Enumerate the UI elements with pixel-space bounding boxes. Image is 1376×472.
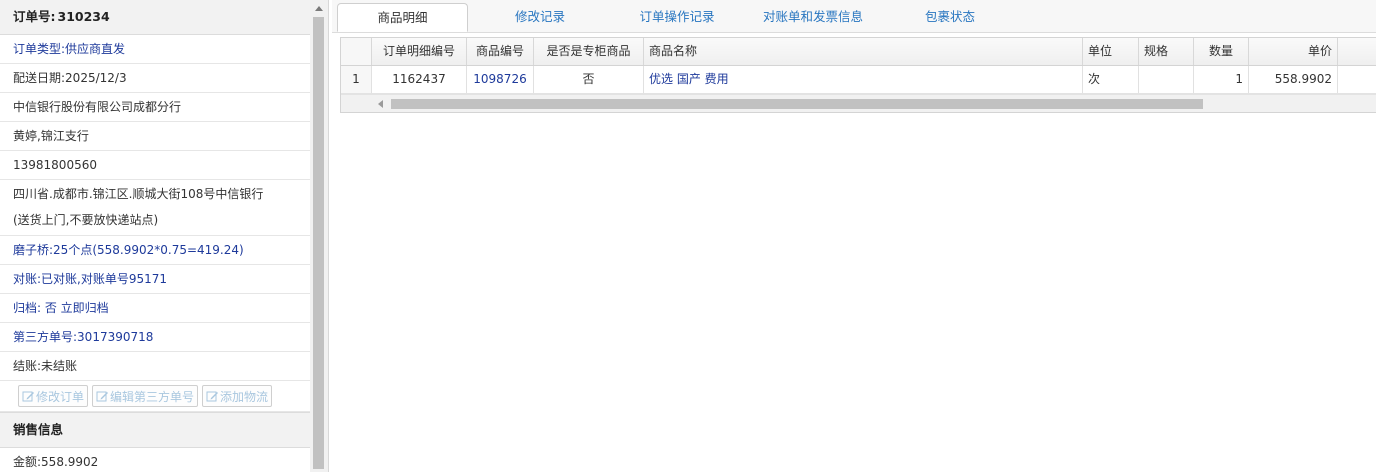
horizontal-scroll-thumb[interactable] <box>391 99 1203 109</box>
order-number-value: 310234 <box>57 9 110 24</box>
tab-modification-log[interactable]: 修改记录 <box>490 3 590 32</box>
archive-row[interactable]: 归档: 否 立即归档 <box>0 294 310 323</box>
address-row: 四川省.成都市.锦江区.顺城大街108号中信银行 (送货上门,不要放快递站点) <box>0 180 310 236</box>
settlement-row: 结账:未结账 <box>0 352 310 381</box>
scroll-left-arrow-icon[interactable] <box>378 100 383 108</box>
address-line1: 四川省.成都市.锦江区.顺城大街108号中信银行 <box>13 187 264 201</box>
tab-product-details[interactable]: 商品明细 <box>337 3 468 32</box>
header-product-id[interactable]: 商品编号 <box>467 38 534 65</box>
edit-icon <box>96 391 109 401</box>
customer-company-row: 中信银行股份有限公司成都分行 <box>0 93 310 122</box>
grid-horizontal-scrollbar[interactable] <box>341 94 1376 112</box>
header-product-name[interactable]: 商品名称 <box>644 38 1083 65</box>
edit-third-party-button[interactable]: 编辑第三方单号 <box>92 385 199 407</box>
add-logistics-button[interactable]: 添加物流 <box>202 385 273 407</box>
point-row: 磨子桥:25个点(558.9902*0.75=419.24) <box>0 236 310 265</box>
sales-info-header: 销售信息 <box>0 412 310 448</box>
address-line2: (送货上门,不要放快递站点) <box>13 213 159 227</box>
edit-order-label: 修改订单 <box>36 389 85 404</box>
reconcile-row: 对账:已对账,对账单号95171 <box>0 265 310 294</box>
delivery-date-row: 配送日期:2025/12/3 <box>0 64 310 93</box>
cell-quantity: 1 <box>1194 66 1249 93</box>
header-spec[interactable]: 规格 <box>1139 38 1194 65</box>
order-info-panel: 订单号: 310234 订单类型:供应商直发 配送日期:2025/12/3 中信银… <box>0 0 311 472</box>
sales-amount-row: 金额:558.9902 <box>0 448 310 472</box>
action-button-row: 修改订单 编辑第三方单号 添加物流 <box>0 381 310 412</box>
header-quantity[interactable]: 数量 <box>1194 38 1249 65</box>
cell-spec <box>1139 66 1194 93</box>
header-detail-id[interactable]: 订单明细编号 <box>372 38 467 65</box>
cell-is-counter: 否 <box>534 66 644 93</box>
contact-name-row: 黄婷,锦江支行 <box>0 122 310 151</box>
header-unit-price[interactable]: 单价 <box>1249 38 1338 65</box>
order-number-header: 订单号: 310234 <box>0 0 310 35</box>
grid-header-row: 订单明细编号 商品编号 是否是专柜商品 商品名称 单位 规格 数量 单价 <box>341 38 1376 66</box>
cell-product-name-link[interactable]: 优选 国产 费用 <box>644 66 1083 93</box>
tab-order-operation-log[interactable]: 订单操作记录 <box>622 3 732 32</box>
cell-detail-id: 1162437 <box>372 66 467 93</box>
edit-order-button[interactable]: 修改订单 <box>18 385 89 407</box>
cell-unit: 次 <box>1083 66 1139 93</box>
cell-product-id-link[interactable]: 1098726 <box>467 66 534 93</box>
scroll-up-arrow-icon[interactable] <box>315 6 323 11</box>
order-type-row: 订单类型:供应商直发 <box>0 35 310 64</box>
table-row[interactable]: 1 1162437 1098726 否 优选 国产 费用 次 1 558.990… <box>341 66 1376 94</box>
cell-unit-price: 558.9902 <box>1249 66 1338 93</box>
tab-package-status[interactable]: 包裹状态 <box>907 3 993 32</box>
header-rownum <box>341 38 372 65</box>
third-party-number-row: 第三方单号:3017390718 <box>0 323 310 352</box>
phone-row: 13981800560 <box>0 151 310 180</box>
edit-third-party-label: 编辑第三方单号 <box>110 389 195 404</box>
order-detail-panel: 商品明细 修改记录 订单操作记录 对账单和发票信息 包裹状态 订单明细编号 商品… <box>332 0 1376 472</box>
left-panel-scrollbar[interactable] <box>310 0 329 472</box>
product-grid: 订单明细编号 商品编号 是否是专柜商品 商品名称 单位 规格 数量 单价 1 1… <box>340 37 1376 113</box>
header-unit[interactable]: 单位 <box>1083 38 1139 65</box>
order-number-label: 订单号: <box>13 9 56 24</box>
row-number: 1 <box>341 66 372 93</box>
edit-icon <box>206 391 219 401</box>
header-is-counter[interactable]: 是否是专柜商品 <box>534 38 644 65</box>
tab-reconcile-invoice[interactable]: 对账单和发票信息 <box>750 3 876 32</box>
edit-icon <box>22 391 34 401</box>
tab-bar: 商品明细 修改记录 订单操作记录 对账单和发票信息 包裹状态 <box>332 0 1376 33</box>
scroll-thumb[interactable] <box>313 17 324 469</box>
add-logistics-label: 添加物流 <box>220 389 269 404</box>
